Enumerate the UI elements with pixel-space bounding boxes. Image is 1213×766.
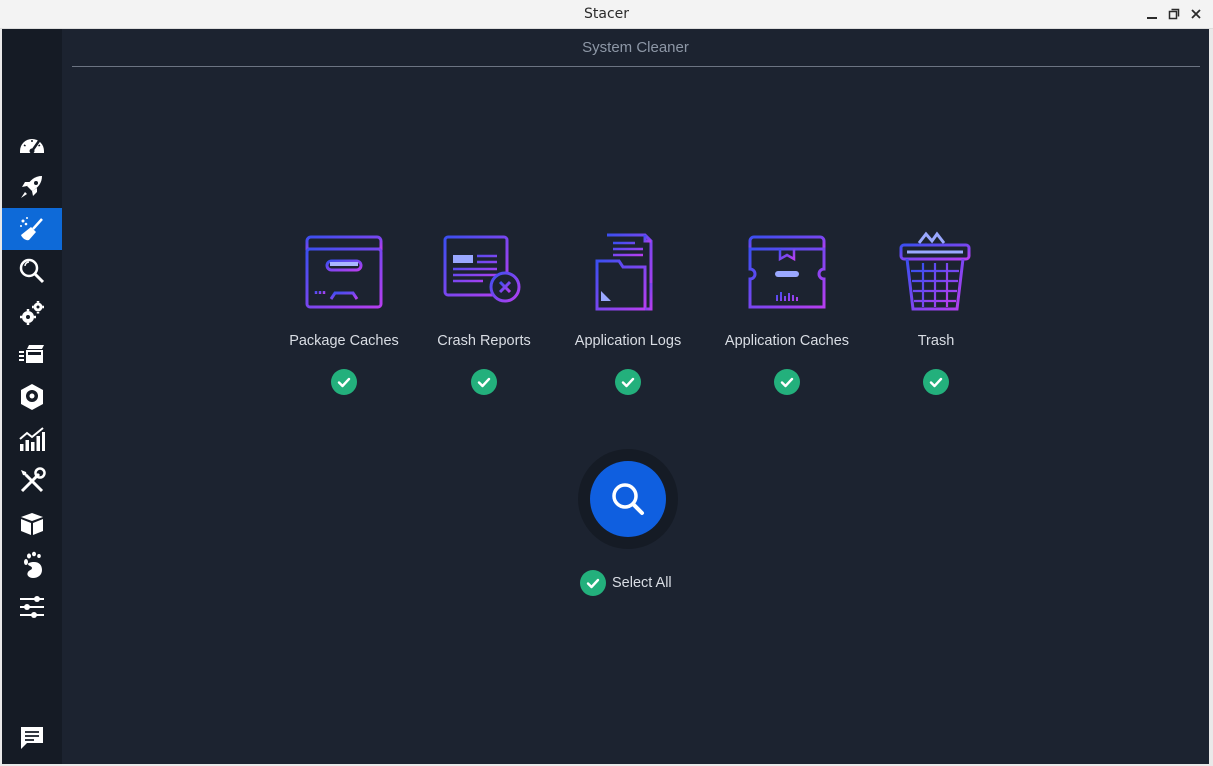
sidebar-item-gnome-settings[interactable] bbox=[2, 544, 62, 586]
sidebar-item-startup-apps[interactable] bbox=[2, 166, 62, 208]
maximize-button[interactable] bbox=[1165, 5, 1183, 23]
sidebar-item-uninstaller[interactable] bbox=[2, 376, 62, 418]
scan-button-inner[interactable] bbox=[590, 461, 666, 537]
restore-icon bbox=[1168, 8, 1180, 20]
sidebar-item-settings[interactable] bbox=[2, 586, 62, 628]
sidebar-item-feedback[interactable] bbox=[2, 717, 62, 759]
select-all-label: Select All bbox=[612, 575, 672, 591]
select-all-checkbox[interactable] bbox=[580, 570, 606, 596]
sidebar-item-resources[interactable] bbox=[2, 418, 62, 460]
category-checkbox[interactable] bbox=[774, 369, 800, 395]
trash-icon bbox=[899, 231, 971, 311]
checkmark-icon bbox=[586, 578, 600, 589]
category-application-logs[interactable]: Application Logs bbox=[548, 229, 708, 395]
checkmark-icon bbox=[780, 377, 794, 388]
sidebar-item-system-cleaner[interactable] bbox=[2, 208, 62, 250]
sidebar-item-apt-repository[interactable] bbox=[2, 502, 62, 544]
gnome-foot-icon bbox=[24, 551, 42, 578]
title-divider bbox=[72, 66, 1200, 67]
category-trash[interactable]: Trash bbox=[856, 229, 1016, 395]
category-label: Application Caches bbox=[724, 333, 850, 349]
sliders-icon bbox=[20, 596, 44, 618]
category-package-caches[interactable]: Package Caches bbox=[264, 229, 424, 395]
sidebar-item-processes[interactable] bbox=[2, 334, 62, 376]
category-label: Trash bbox=[917, 333, 955, 349]
category-application-caches[interactable]: Application Caches bbox=[707, 229, 867, 395]
search-icon bbox=[612, 483, 644, 515]
package-icon bbox=[21, 513, 43, 535]
minimize-button[interactable] bbox=[1143, 5, 1161, 23]
checkmark-icon bbox=[621, 377, 635, 388]
minimize-icon bbox=[1147, 17, 1157, 19]
main-content: System Cleaner Package Caches Crash Repo… bbox=[62, 29, 1209, 764]
disk-icon bbox=[21, 384, 43, 410]
sidebar-item-dashboard[interactable] bbox=[2, 124, 62, 166]
crash-reports-icon bbox=[443, 235, 521, 303]
sidebar-item-search[interactable] bbox=[2, 250, 62, 292]
category-checkbox[interactable] bbox=[923, 369, 949, 395]
rocket-icon bbox=[21, 176, 42, 198]
checkmark-icon bbox=[929, 377, 943, 388]
search-icon bbox=[19, 258, 45, 284]
window-title: Stacer bbox=[583, 6, 630, 22]
package-caches-icon bbox=[305, 235, 383, 309]
application-logs-icon bbox=[595, 233, 653, 311]
category-checkbox[interactable] bbox=[331, 369, 357, 395]
page-title: System Cleaner bbox=[582, 39, 689, 56]
category-checkbox[interactable] bbox=[615, 369, 641, 395]
chat-icon bbox=[21, 727, 43, 749]
bar-chart-icon bbox=[19, 427, 45, 451]
category-crash-reports[interactable]: Crash Reports bbox=[404, 229, 564, 395]
close-button[interactable] bbox=[1187, 5, 1205, 23]
sidebar bbox=[2, 29, 62, 764]
app-window: System Cleaner Package Caches Crash Repo… bbox=[2, 29, 1209, 764]
sidebar-item-services[interactable] bbox=[2, 292, 62, 334]
window-titlebar: Stacer bbox=[0, 0, 1213, 29]
category-label: Application Logs bbox=[574, 333, 682, 349]
processes-icon bbox=[19, 345, 44, 363]
speedometer-icon bbox=[20, 139, 44, 154]
select-all[interactable]: Select All bbox=[580, 570, 672, 596]
close-icon bbox=[1191, 9, 1201, 19]
category-checkbox[interactable] bbox=[471, 369, 497, 395]
application-caches-icon bbox=[748, 235, 826, 309]
gears-icon bbox=[20, 301, 44, 325]
checkmark-icon bbox=[337, 377, 351, 388]
checkmark-icon bbox=[477, 377, 491, 388]
broom-icon bbox=[20, 217, 43, 241]
category-label: Crash Reports bbox=[437, 333, 531, 349]
scan-button[interactable] bbox=[578, 449, 678, 549]
tools-icon bbox=[20, 467, 46, 493]
sidebar-item-helpers[interactable] bbox=[2, 460, 62, 502]
category-label: Package Caches bbox=[289, 333, 399, 349]
